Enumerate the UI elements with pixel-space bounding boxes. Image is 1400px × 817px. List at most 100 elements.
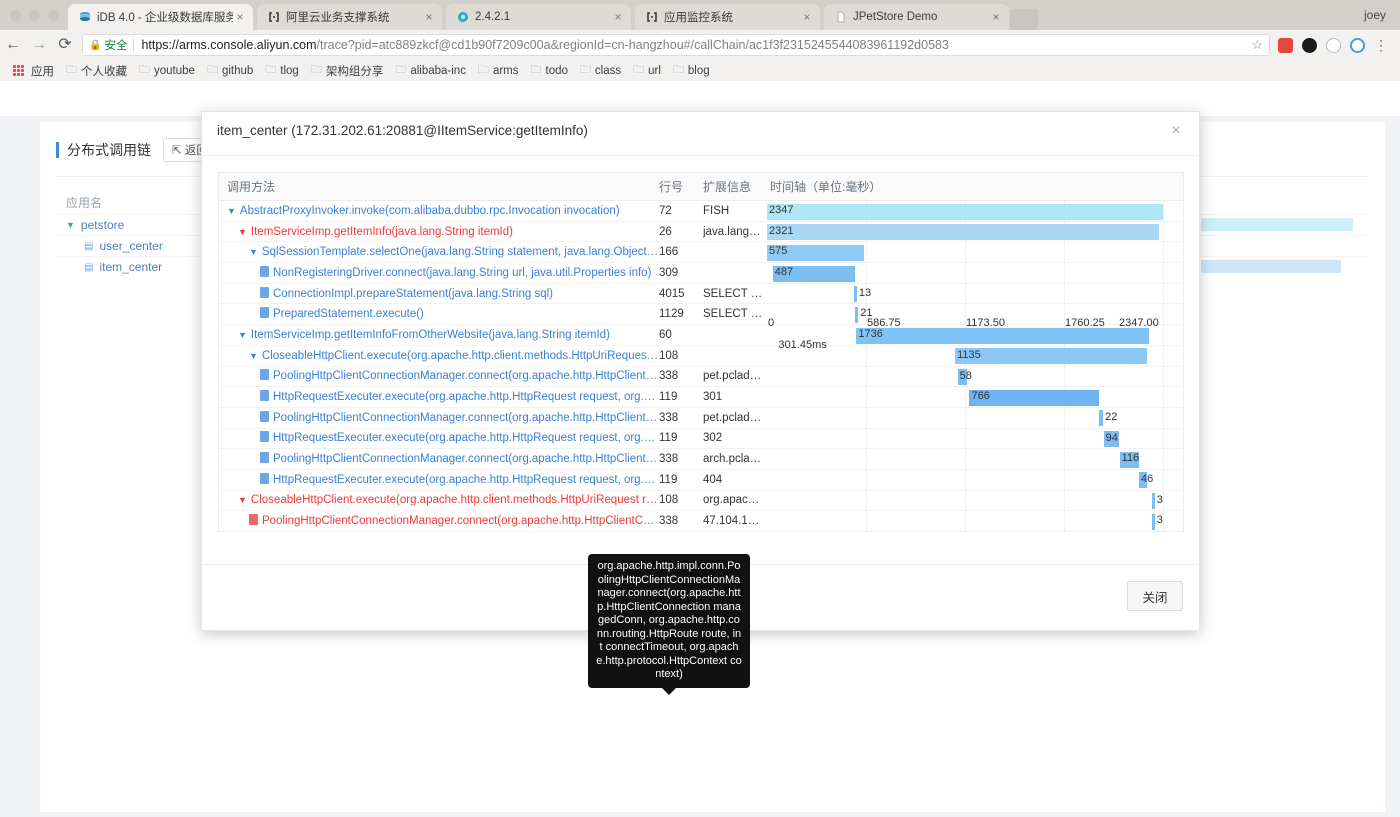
tab-close-icon-2[interactable]: ×: [611, 11, 625, 23]
extension-icon-1[interactable]: [1278, 37, 1293, 53]
timeline-gridline: [1163, 407, 1164, 428]
table-row[interactable]: ▼ AbstractProxyInvoker.invoke(com.alibaba…: [219, 201, 1183, 222]
table-row[interactable]: PreparedStatement.execute() 1129 SELECT IT…: [219, 304, 1183, 329]
method-cell[interactable]: ▼ ItemServiceImp.getItemInfo(java.lang.St…: [219, 226, 659, 238]
table-row[interactable]: HttpRequestExecuter.execute(org.apache.h…: [219, 387, 1183, 408]
method-cell[interactable]: PoolingHttpClientConnectionManager.conne…: [219, 452, 659, 466]
caret-down-icon[interactable]: ▼: [238, 495, 247, 505]
tab-close-icon-3[interactable]: ×: [800, 11, 814, 23]
timeline-bar-label: 3: [1156, 493, 1163, 506]
method-cell[interactable]: ▼ CloseableHttpClient.execute(org.apache.…: [219, 350, 659, 362]
bookmark-star-icon[interactable]: ☆: [1245, 37, 1263, 53]
timeline-bar[interactable]: [1151, 513, 1155, 530]
browser-tab-2[interactable]: 2.4.2.1 ×: [446, 4, 631, 30]
extension-icon-4[interactable]: [1350, 37, 1365, 53]
table-row[interactable]: HttpRequestExecuter.execute(org.apache.h…: [219, 469, 1183, 491]
method-cell[interactable]: ▼ AbstractProxyInvoker.invoke(com.alibaba…: [219, 205, 659, 217]
bookmark-item-8[interactable]: 🗀 todo: [526, 61, 573, 80]
method-cell[interactable]: ▼ CloseableHttpClient.execute(org.apache.…: [219, 494, 659, 506]
bookmark-item-9[interactable]: 🗀 class: [575, 61, 626, 80]
method-cell[interactable]: PoolingHttpClientConnectionManager.conne…: [219, 410, 659, 425]
bookmark-item-3[interactable]: 🗀 github: [202, 61, 258, 80]
method-cell[interactable]: ConnectionImpl.prepareStatement(java.lan…: [219, 286, 659, 301]
forward-icon[interactable]: →: [26, 37, 52, 53]
table-row[interactable]: ConnectionImpl.prepareStatement(java.lan…: [219, 283, 1183, 305]
caret-down-icon[interactable]: ▼: [249, 247, 258, 257]
method-cell[interactable]: ▼ ItemServiceImp.getItemInfoFromOtherWebs…: [219, 329, 659, 341]
table-row[interactable]: PoolingHttpClientConnectionManager.conne…: [219, 511, 1183, 532]
table-row[interactable]: PoolingHttpClientConnectionManager.conne…: [219, 449, 1183, 470]
close-button[interactable]: 关闭: [1127, 581, 1183, 611]
table-row[interactable]: PoolingHttpClientConnectionManager.conne…: [219, 407, 1183, 429]
method-cell[interactable]: PreparedStatement.execute(): [219, 307, 659, 321]
table-row[interactable]: ▼ CloseableHttpClient.execute(org.apache.…: [219, 345, 1183, 367]
bookmark-item-5[interactable]: 🗀 架构组分享: [306, 61, 389, 80]
timeline-bar[interactable]: [767, 203, 1163, 220]
back-icon[interactable]: ←: [0, 37, 26, 53]
browser-tab-4[interactable]: JPetStore Demo ×: [824, 4, 1009, 30]
browser-tab-0[interactable]: iDB 4.0 - 企业级数据库服务平台 ×: [68, 4, 253, 30]
table-row[interactable]: PoolingHttpClientConnectionManager.conne…: [219, 366, 1183, 388]
bookmark-item-10[interactable]: 🗀 url: [628, 61, 666, 80]
method-tooltip: org.apache.http.impl.conn.PoolingHttpCli…: [588, 554, 750, 694]
timeline-gridline: [1163, 283, 1164, 304]
method-cell[interactable]: ▼ SqlSessionTemplate.selectOne(java.lang.…: [219, 246, 659, 258]
extension-icon-3[interactable]: [1326, 37, 1341, 53]
line-number-cell: 338: [659, 370, 679, 383]
caret-down-icon[interactable]: ▼: [238, 330, 247, 340]
method-cell[interactable]: HttpRequestExecuter.execute(org.apache.h…: [219, 390, 659, 404]
caret-down-icon[interactable]: ▼: [66, 220, 75, 230]
browser-tab-1[interactable]: 阿里云业务支撑系统 ×: [257, 4, 442, 30]
timeline-bar[interactable]: [1099, 410, 1104, 427]
browser-menu-icon[interactable]: ⋮: [1374, 37, 1392, 54]
tree-node-label-0: petstore: [80, 218, 125, 232]
browser-tab-3[interactable]: 应用监控系统 ×: [635, 4, 820, 30]
new-tab-button[interactable]: [1010, 9, 1038, 30]
bookmark-item-2[interactable]: 🗀 youtube: [134, 61, 200, 80]
close-window-button[interactable]: [10, 10, 21, 21]
bookmark-item-1[interactable]: 🗀 个人收藏: [61, 61, 132, 80]
method-cell[interactable]: NonRegisteringDriver.connect(java.lang.S…: [219, 265, 659, 280]
extension-icon-2[interactable]: [1302, 37, 1317, 53]
method-cell[interactable]: HttpRequestExecuter.execute(org.apache.h…: [219, 431, 659, 445]
timeline-bar[interactable]: [856, 327, 1150, 344]
method-cell[interactable]: PoolingHttpClientConnectionManager.conne…: [219, 514, 659, 528]
table-row[interactable]: HttpRequestExecuter.execute(org.apache.h…: [219, 428, 1183, 450]
close-icon[interactable]: ×: [1165, 120, 1187, 142]
reload-icon[interactable]: ⟳: [52, 37, 78, 53]
minimize-window-button[interactable]: [29, 10, 40, 21]
browser-profile-name[interactable]: joey: [1364, 8, 1386, 22]
timeline-bar[interactable]: [767, 224, 1159, 241]
table-row[interactable]: ▼ SqlSessionTemplate.selectOne(java.lang.…: [219, 242, 1183, 264]
maximize-window-button[interactable]: [48, 10, 59, 21]
window-controls[interactable]: [10, 10, 59, 21]
address-bar[interactable]: 🔒 安全 https://arms.console.aliyun.com /tr…: [82, 34, 1270, 56]
caret-down-icon[interactable]: ▼: [227, 206, 236, 216]
method-cell[interactable]: HttpRequestExecuter.execute(org.apache.h…: [219, 472, 659, 487]
line-number-cell: 119: [659, 432, 678, 445]
ext-info-cell: org.apache.htt…: [703, 494, 767, 507]
trace-table-header: 调用方法 行号 扩展信息 时间轴（单位:毫秒）: [219, 173, 1183, 201]
table-row[interactable]: NonRegisteringDriver.connect(java.lang.S…: [219, 263, 1183, 284]
bookmark-apps[interactable]: 应用: [8, 63, 59, 79]
bookmark-item-11[interactable]: 🗀 blog: [668, 61, 715, 80]
method-cell[interactable]: PoolingHttpClientConnectionManager.conne…: [219, 369, 659, 383]
table-row[interactable]: ▼ ItemServiceImp.getItemInfo(java.lang.St…: [219, 221, 1183, 243]
timeline-gridline: [866, 449, 867, 469]
caret-down-icon[interactable]: ▼: [238, 227, 247, 237]
tab-close-icon-1[interactable]: ×: [422, 11, 436, 23]
timeline-bar[interactable]: [955, 348, 1147, 365]
file-icon: ▤: [84, 240, 94, 252]
bookmark-item-4[interactable]: 🗀 tlog: [260, 61, 304, 80]
table-row[interactable]: ▼ ItemServiceImp.getItemInfoFromOtherWebs…: [219, 325, 1183, 351]
table-row[interactable]: ▼ CloseableHttpClient.execute(org.apache.…: [219, 490, 1183, 512]
bookmark-item-7[interactable]: 🗀 arms: [473, 61, 524, 80]
ext-info-cell: java.lang.Runti…: [703, 225, 767, 238]
timeline-bar[interactable]: [853, 286, 857, 303]
tab-close-icon-0[interactable]: ×: [233, 11, 247, 23]
tab-close-icon-4[interactable]: ×: [989, 11, 1003, 23]
timeline-bar[interactable]: [1151, 493, 1155, 510]
bookmark-item-6[interactable]: 🗀 alibaba-inc: [390, 61, 471, 80]
timeline-gridline: [1064, 366, 1065, 387]
caret-down-icon[interactable]: ▼: [249, 351, 258, 361]
